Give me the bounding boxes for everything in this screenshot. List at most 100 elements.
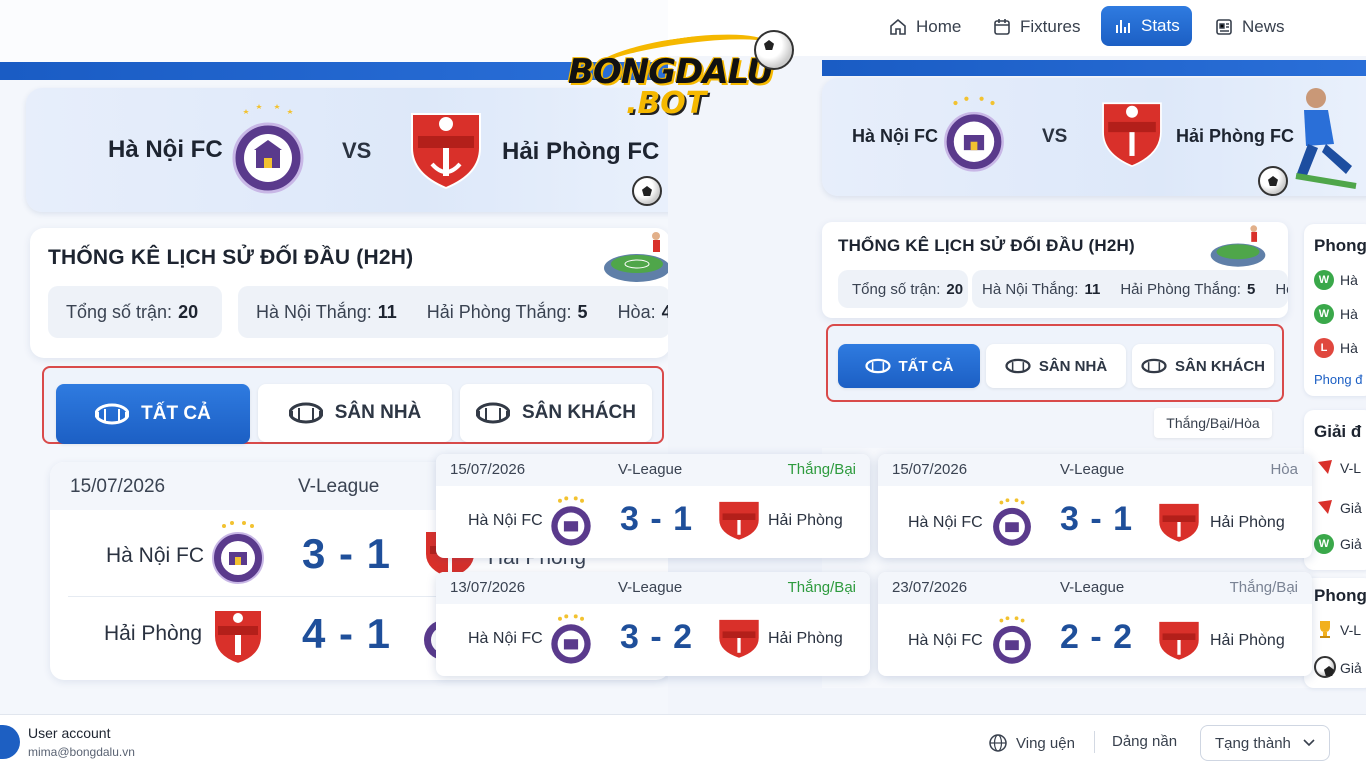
footer-select-label: Tạng thành: [1215, 734, 1291, 752]
hanoi-crest-icon: [993, 498, 1031, 546]
filter-home-button[interactable]: SÂN NHÀ: [986, 344, 1126, 388]
match-score: 3 - 1: [302, 530, 392, 577]
haiphong-win-value: 5: [577, 301, 588, 322]
match-result: Thắng/Bại: [787, 461, 856, 478]
win-stats: Hà Nội Thắng: 11 Hải Phòng Thắng: 5 Hòa: 4: [238, 286, 668, 338]
nav-stats[interactable]: Stats: [1101, 6, 1192, 46]
form-win-badge: W: [1314, 304, 1334, 324]
total-label: Tổng số trận:: [66, 301, 173, 322]
filter-home-button[interactable]: SÂN NHÀ: [258, 384, 452, 442]
match-card[interactable]: 13/07/2026 V-League Thắng/Bại Hà Nội FC …: [436, 572, 870, 676]
match-result: Thắng/Bại: [1229, 579, 1298, 596]
chevron-down-icon: [1303, 739, 1315, 747]
nav-news[interactable]: News: [1204, 10, 1295, 44]
home-icon: [890, 18, 906, 35]
h2h-title: THỐNG KÊ LỊCH SỬ ĐỐI ĐẦU (H2H): [48, 246, 414, 269]
match-date: 15/07/2026: [892, 461, 968, 478]
form-win-badge: W: [1314, 270, 1334, 290]
filter-away-button[interactable]: SÂN KHÁCH: [460, 384, 652, 442]
footer-select[interactable]: Tạng thành: [1200, 725, 1330, 761]
home-team-name: Hà Nội FC: [108, 136, 223, 163]
theme-link[interactable]: Dảng nần: [1112, 733, 1177, 750]
home-team: Hà Nội FC: [468, 512, 543, 529]
form-link[interactable]: Phong đ: [1314, 372, 1362, 387]
form-text: Hà: [1340, 272, 1358, 288]
match-card-header: 15/07/2026 V-League Thắng/Bại: [436, 454, 870, 486]
avatar[interactable]: [0, 725, 20, 759]
filter-all-button[interactable]: TẤT CẢ: [838, 344, 980, 388]
nav-fixtures[interactable]: Fixtures: [982, 10, 1090, 44]
stadium-icon: [95, 403, 130, 425]
match-card[interactable]: 15/07/2026 V-League Hòa Hà Nội FC 3 - 1 …: [878, 454, 1312, 558]
competitions-card: Phong V-L Giả: [1304, 578, 1366, 688]
home-team: Hải Phòng: [104, 622, 203, 645]
match-date: 23/07/2026: [892, 579, 968, 596]
stadium-icon: [476, 402, 510, 424]
away-team: Hải Phòng: [768, 512, 843, 529]
nav-fixtures-label: Fixtures: [1020, 17, 1081, 36]
h2h-card: THỐNG KÊ LỊCH SỬ ĐỐI ĐẦU (H2H) Tổng số t…: [822, 222, 1288, 318]
total-matches-stat: Tổng số trận: 20: [838, 270, 968, 308]
away-team: Hải Phòng: [1210, 514, 1285, 531]
filter-away-button[interactable]: SÂN KHÁCH: [1132, 344, 1274, 388]
match-league: V-League: [618, 461, 683, 478]
nav-home-label: Home: [916, 17, 962, 36]
match-card-header: 15/07/2026 V-League Hòa: [878, 454, 1312, 486]
league-name[interactable]: V-L: [1340, 460, 1361, 476]
trophy-icon: [1320, 621, 1330, 638]
result-filter-dropdown[interactable]: Thắng/Bại/Hòa: [1154, 408, 1272, 438]
match-card[interactable]: 23/07/2026 V-League Thắng/Bại Hà Nội FC …: [878, 572, 1312, 676]
nav-home[interactable]: Home: [878, 10, 971, 44]
calendar-icon: [994, 19, 1010, 35]
match-date: 15/07/2026: [70, 476, 166, 497]
football-icon: [1258, 166, 1288, 196]
competition-name[interactable]: Giả: [1340, 660, 1362, 676]
match-card[interactable]: 15/07/2026 V-League Thắng/Bại Hà Nội FC …: [436, 454, 870, 558]
form-text: Hà: [1340, 306, 1358, 322]
match-score: 3 - 1: [1060, 500, 1134, 538]
bar-chart-icon: [1116, 20, 1130, 33]
match-result: Hòa: [1270, 461, 1298, 478]
vs-label: VS: [1042, 126, 1068, 147]
haiphong-win-label: Hải Phòng Thắng:: [426, 301, 572, 322]
league-name[interactable]: Giả: [1340, 500, 1362, 516]
haiphong-crest-icon: [1102, 102, 1162, 168]
filter-all-button[interactable]: TẤT CẢ: [56, 384, 250, 444]
match-score: 2 - 2: [1060, 618, 1134, 656]
language-link[interactable]: Ving uện: [988, 733, 1075, 753]
hanoi-crest-icon: [551, 614, 591, 664]
form-card: Phong W Hà W Hà L Hà Phong đ: [1304, 224, 1366, 396]
hanoi-win-label: Hà Nội Thắng:: [982, 280, 1079, 298]
hanoi-crest-icon: [993, 616, 1031, 664]
hanoi-win-label: Hà Nội Thắng:: [256, 301, 372, 322]
stadium-icon: [288, 402, 323, 424]
form-loss-badge: L: [1314, 338, 1334, 358]
hanoi-crest-icon: [551, 496, 591, 546]
league-logo-icon: [1318, 460, 1332, 474]
hanoi-crest-icon: [232, 104, 304, 194]
draw-label: Hòa: [1275, 280, 1288, 298]
nav-stats-label: Stats: [1141, 16, 1180, 35]
form-text: Hà: [1340, 340, 1358, 356]
match-league: V-League: [618, 579, 683, 596]
total-value: 20: [178, 301, 199, 322]
leagues-card: Giải đ V-L Giả W Giả: [1304, 410, 1366, 570]
blue-band: [822, 60, 1366, 76]
account-title: User account: [28, 725, 111, 741]
football-icon: [1314, 656, 1336, 678]
stadium-illustration-icon: [604, 232, 668, 282]
filter-home-label: SÂN NHÀ: [334, 402, 422, 423]
bongdalu-logo[interactable]: BONGDALU .BOT: [562, 25, 802, 121]
competitions-title: Phong: [1314, 586, 1366, 605]
league-name[interactable]: Giả: [1340, 536, 1362, 552]
theme-label: Dảng nần: [1112, 733, 1178, 750]
competition-name[interactable]: V-L: [1340, 622, 1361, 638]
league-badge-icon: W: [1314, 534, 1334, 554]
away-team: Hải Phòng: [1210, 632, 1285, 649]
haiphong-crest-icon: [1159, 621, 1199, 660]
newspaper-icon: [1216, 19, 1232, 35]
filter-all-label: TẤT CẢ: [898, 357, 954, 375]
form-title: Phong: [1314, 236, 1366, 255]
filter-away-label: SÂN KHÁCH: [522, 402, 636, 423]
hanoi-crest-icon: [212, 521, 264, 584]
